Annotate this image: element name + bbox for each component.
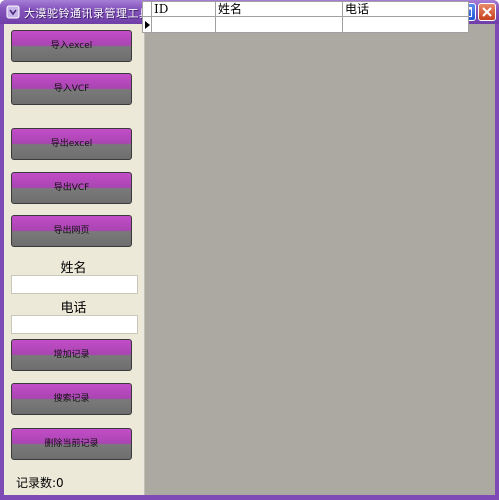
data-grid-area[interactable] [145, 24, 495, 495]
contacts-grid[interactable]: ID 姓名 电话 [142, 1, 469, 33]
search-record-button[interactable]: 搜索记录 [11, 383, 132, 415]
client-area: 导入excel 导入VCF 导出excel 导出VCF 导出网页 姓名 电话 增… [4, 24, 495, 495]
current-row-arrow-icon [145, 20, 150, 29]
window-title: 大漠驼铃通讯录管理工具 [24, 7, 151, 20]
import-excel-button[interactable]: 导入excel [11, 30, 132, 62]
window-bottom-border [0, 495, 499, 500]
cell-id[interactable] [151, 16, 216, 33]
phone-input[interactable] [11, 315, 138, 334]
name-input[interactable] [11, 275, 138, 294]
cell-phone[interactable] [342, 16, 469, 33]
delete-record-button[interactable]: 删除当前记录 [11, 428, 132, 460]
column-header-phone[interactable]: 电话 [342, 1, 469, 17]
app-icon [6, 5, 20, 19]
grid-header-row: ID 姓名 电话 [142, 1, 469, 17]
cell-name[interactable] [215, 16, 343, 33]
table-row[interactable] [142, 16, 469, 33]
phone-label: 电话 [60, 301, 87, 316]
name-label: 姓名 [60, 261, 87, 276]
close-button[interactable] [478, 3, 496, 21]
export-web-button[interactable]: 导出网页 [11, 215, 132, 247]
row-selector[interactable] [142, 16, 152, 33]
record-count: 记录数:0 [16, 476, 64, 490]
import-vcf-button[interactable]: 导入VCF [11, 73, 132, 105]
close-icon [482, 7, 492, 17]
left-panel: 导入excel 导入VCF 导出excel 导出VCF 导出网页 姓名 电话 增… [4, 24, 143, 495]
add-record-button[interactable]: 增加记录 [11, 339, 132, 371]
column-header-id[interactable]: ID [151, 1, 216, 17]
grid-corner-cell[interactable] [142, 1, 152, 17]
app-window: 大漠驼铃通讯录管理工具 导入excel 导入VCF 导出excel 导出VCF … [0, 0, 499, 500]
export-vcf-button[interactable]: 导出VCF [11, 172, 132, 204]
column-header-name[interactable]: 姓名 [215, 1, 343, 17]
export-excel-button[interactable]: 导出excel [11, 128, 132, 160]
